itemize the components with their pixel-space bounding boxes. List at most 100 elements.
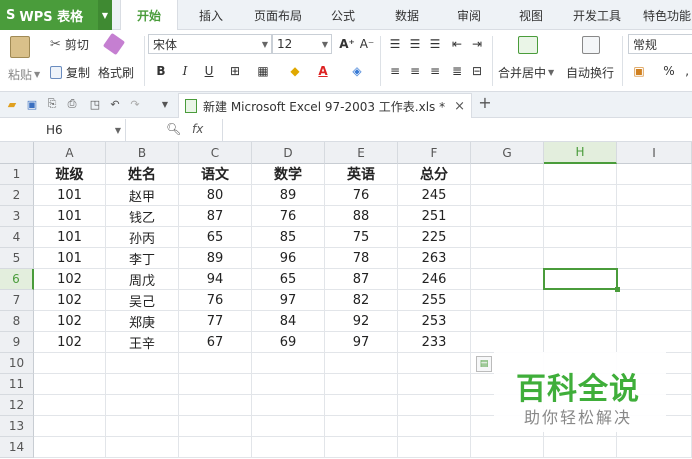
name-box[interactable]: H6 ▼ <box>0 119 126 141</box>
shrink-font-button[interactable]: A⁻ <box>358 35 376 53</box>
cell-g14[interactable] <box>471 437 544 458</box>
tab-view[interactable]: 视图 <box>504 0 558 30</box>
align-right-icon[interactable]: ≡ <box>426 62 444 80</box>
column-header-c[interactable]: C <box>179 142 252 164</box>
cell-b1[interactable]: 姓名 <box>106 164 179 185</box>
cell-c8[interactable]: 77 <box>179 311 252 332</box>
cell-a8[interactable]: 102 <box>34 311 106 332</box>
align-bottom-icon[interactable]: ☰ <box>426 35 444 53</box>
active-cell-selection[interactable] <box>543 268 620 292</box>
underline-button[interactable]: U <box>200 62 218 80</box>
column-header-e[interactable]: E <box>325 142 398 164</box>
cell-e6[interactable]: 87 <box>325 269 398 290</box>
cell-g8[interactable] <box>471 311 544 332</box>
cell-h5[interactable] <box>544 248 617 269</box>
wrap-text-icon[interactable] <box>582 36 600 54</box>
cell-f9[interactable]: 233 <box>398 332 471 353</box>
cell-i14[interactable] <box>617 437 692 458</box>
tab-formulas[interactable]: 公式 <box>316 0 370 30</box>
cut-button[interactable]: ✂ 剪切 <box>50 36 89 53</box>
row-header-13[interactable]: 13 <box>0 416 34 437</box>
print-preview-icon[interactable]: ◳ <box>88 97 102 111</box>
cell-i7[interactable] <box>617 290 692 311</box>
merge-center-button[interactable]: 合并居中 ▼ <box>498 64 554 81</box>
quick-access-dropdown-icon[interactable]: ▼ <box>158 97 172 111</box>
cell-d8[interactable]: 84 <box>252 311 325 332</box>
close-icon[interactable]: × <box>454 99 465 114</box>
cell-f3[interactable]: 251 <box>398 206 471 227</box>
cell-f2[interactable]: 245 <box>398 185 471 206</box>
save-icon[interactable]: ▣ <box>25 97 39 111</box>
cell-d9[interactable]: 69 <box>252 332 325 353</box>
copy-button[interactable]: 复制 <box>50 64 90 81</box>
cell-b13[interactable] <box>106 416 179 437</box>
align-left-icon[interactable]: ≡ <box>386 62 404 80</box>
cell-c6[interactable]: 94 <box>179 269 252 290</box>
cell-a2[interactable]: 101 <box>34 185 106 206</box>
cell-b11[interactable] <box>106 374 179 395</box>
cell-c5[interactable]: 89 <box>179 248 252 269</box>
cell-f5[interactable]: 263 <box>398 248 471 269</box>
cell-b4[interactable]: 孙丙 <box>106 227 179 248</box>
cell-b9[interactable]: 王辛 <box>106 332 179 353</box>
cell-a4[interactable]: 101 <box>34 227 106 248</box>
formula-input[interactable] <box>222 119 692 141</box>
cell-e14[interactable] <box>325 437 398 458</box>
cell-e12[interactable] <box>325 395 398 416</box>
wps-app-menu-button[interactable]: S WPS 表格 ▼ <box>0 0 112 30</box>
column-header-f[interactable]: F <box>398 142 471 164</box>
cell-e5[interactable]: 78 <box>325 248 398 269</box>
format-painter-button[interactable]: 格式刷 <box>98 64 134 81</box>
cell-a6[interactable]: 102 <box>34 269 106 290</box>
row-header-10[interactable]: 10 <box>0 353 34 374</box>
column-header-g[interactable]: G <box>471 142 544 164</box>
paste-button[interactable] <box>10 36 30 58</box>
cell-d4[interactable]: 85 <box>252 227 325 248</box>
cell-f4[interactable]: 225 <box>398 227 471 248</box>
row-header-3[interactable]: 3 <box>0 206 34 227</box>
cell-h8[interactable] <box>544 311 617 332</box>
cell-b5[interactable]: 李丁 <box>106 248 179 269</box>
cell-d12[interactable] <box>252 395 325 416</box>
cell-b10[interactable] <box>106 353 179 374</box>
column-header-b[interactable]: B <box>106 142 179 164</box>
cell-d5[interactable]: 96 <box>252 248 325 269</box>
cell-e2[interactable]: 76 <box>325 185 398 206</box>
cell-e9[interactable]: 97 <box>325 332 398 353</box>
cell-f13[interactable] <box>398 416 471 437</box>
cell-g9[interactable] <box>471 332 544 353</box>
cell-g3[interactable] <box>471 206 544 227</box>
cell-d13[interactable] <box>252 416 325 437</box>
cell-b14[interactable] <box>106 437 179 458</box>
cell-c14[interactable] <box>179 437 252 458</box>
cell-c12[interactable] <box>179 395 252 416</box>
percent-button[interactable]: % <box>660 62 678 80</box>
cell-b12[interactable] <box>106 395 179 416</box>
row-header-5[interactable]: 5 <box>0 248 34 269</box>
cell-h14[interactable] <box>544 437 617 458</box>
cell-a10[interactable] <box>34 353 106 374</box>
clear-format-icon[interactable]: ◈ <box>348 62 366 80</box>
column-header-d[interactable]: D <box>252 142 325 164</box>
font-color-icon[interactable]: A <box>314 62 332 80</box>
tab-review[interactable]: 审阅 <box>442 0 496 30</box>
tab-insert[interactable]: 插入 <box>182 0 240 30</box>
document-tab[interactable]: 新建 Microsoft Excel 97-2003 工作表.xls * × <box>178 93 472 118</box>
justify-icon[interactable]: ≣ <box>448 62 466 80</box>
cell-h7[interactable] <box>544 290 617 311</box>
cell-h9[interactable] <box>544 332 617 353</box>
cell-a9[interactable]: 102 <box>34 332 106 353</box>
cell-b8[interactable]: 郑庚 <box>106 311 179 332</box>
tab-home[interactable]: 开始 <box>120 0 178 31</box>
cell-c13[interactable] <box>179 416 252 437</box>
column-header-a[interactable]: A <box>34 142 106 164</box>
cell-g7[interactable] <box>471 290 544 311</box>
cell-h2[interactable] <box>544 185 617 206</box>
cell-c10[interactable] <box>179 353 252 374</box>
bold-button[interactable]: B <box>152 62 170 80</box>
currency-format-icon[interactable]: ▣ <box>630 62 648 80</box>
cell-i4[interactable] <box>617 227 692 248</box>
cell-f10[interactable] <box>398 353 471 374</box>
undo-icon[interactable]: ↶ <box>108 97 122 111</box>
paste-options-icon[interactable]: ▤ <box>476 356 492 372</box>
